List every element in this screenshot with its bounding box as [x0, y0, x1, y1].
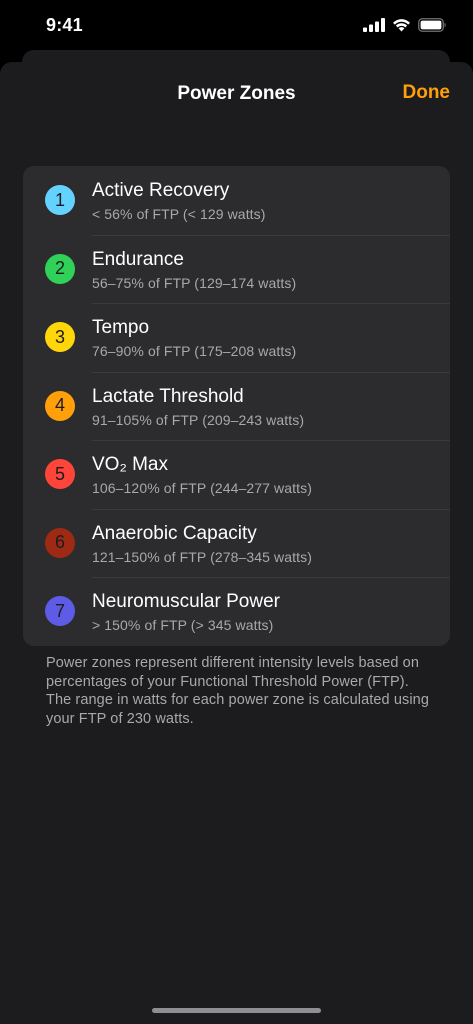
zone-number-badge: 7 [45, 596, 75, 626]
zone-range: > 150% of FTP (> 345 watts) [92, 617, 274, 633]
zone-row[interactable]: 3 Tempo 76–90% of FTP (175–208 watts) [23, 303, 450, 372]
zone-range: 56–75% of FTP (129–174 watts) [92, 274, 297, 291]
zone-number-badge: 3 [45, 322, 75, 352]
zone-range: 76–90% of FTP (175–208 watts) [92, 343, 297, 359]
zone-number-badge: 5 [45, 459, 75, 489]
zone-name: Lactate Threshold [92, 385, 244, 407]
battery-icon [418, 18, 446, 32]
power-zones-sheet: Power Zones Done 1 Active Recovery < 56% o… [0, 62, 473, 1024]
zone-row[interactable]: 4 Lactate Threshold 91–105% of FTP (209–24… [23, 371, 450, 441]
zone-row[interactable]: 7 Neuromuscular Power > 150% of FTP (> 345… [23, 577, 450, 646]
zone-list: 1 Active Recovery < 56% of FTP (< 129 watt… [23, 166, 450, 646]
zone-name: Neuromuscular Power [92, 591, 280, 612]
status-time: 9:41 [46, 15, 83, 35]
zone-name: Anaerobic Capacity [92, 522, 257, 544]
zone-number-badge: 6 [45, 527, 75, 558]
zone-number-badge: 4 [45, 390, 75, 421]
zone-range: 121–150% of FTP (278–345 watts) [92, 548, 312, 565]
zone-number-badge: 1 [45, 185, 75, 215]
zone-row[interactable]: 5 VO₂ Max 106–120% of FTP (244–277 watts) [23, 440, 450, 509]
status-bar: 9:41 [0, 0, 473, 50]
zone-range: 106–120% of FTP (244–277 watts) [92, 480, 312, 496]
cellular-signal-icon [363, 18, 385, 32]
zone-name: Active Recovery [92, 180, 230, 201]
zone-number-badge: 2 [45, 253, 75, 284]
footer-note: Power zones represent different intensit… [46, 655, 430, 727]
zone-range: 91–105% of FTP (209–243 watts) [92, 411, 305, 428]
zone-row[interactable]: 1 Active Recovery < 56% of FTP (< 129 watt… [23, 166, 450, 235]
zone-name: Tempo [92, 317, 150, 338]
zone-row[interactable]: 2 Endurance 56–75% of FTP (129–174 watts) [23, 234, 450, 304]
status-icons [363, 16, 447, 34]
home-indicator[interactable] [152, 1008, 321, 1013]
zone-name: Endurance [92, 248, 184, 270]
screen: 9:41 Power Zones Done 1 Active Recovery … [0, 0, 473, 1024]
zone-name: VO₂ Max [92, 454, 168, 475]
done-button[interactable]: Done [403, 82, 451, 104]
zone-row[interactable]: 6 Anaerobic Capacity 121–150% of FTP (278–… [23, 508, 450, 578]
zone-range: < 56% of FTP (< 129 watts) [92, 206, 266, 222]
wifi-icon [393, 19, 410, 32]
